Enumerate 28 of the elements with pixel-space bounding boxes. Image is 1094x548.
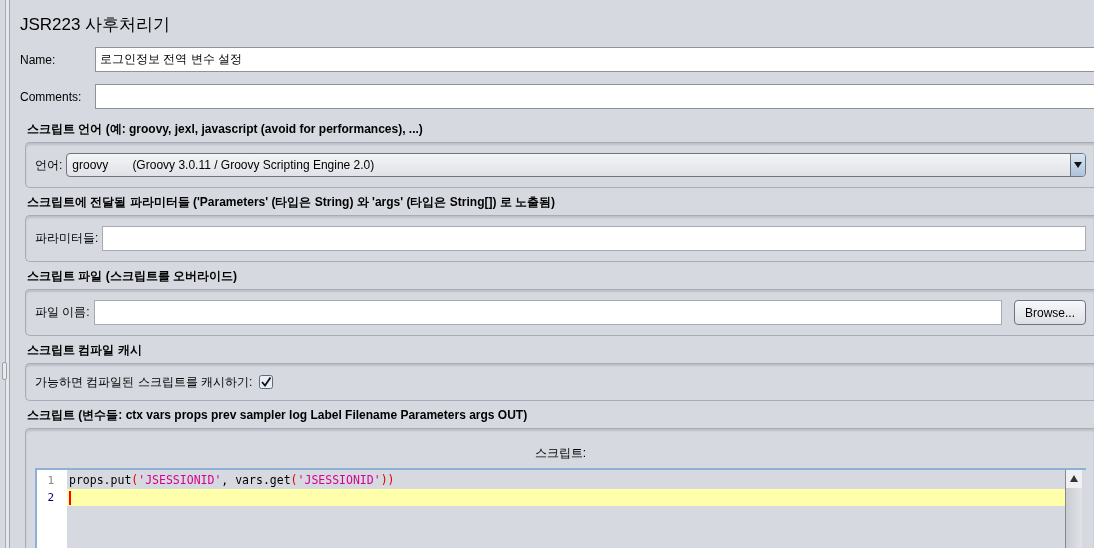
line-number: 1 [46, 473, 55, 489]
section-header: 스크립트 컴파일 캐시 [27, 342, 143, 359]
field-label: 파일 이름: [35, 304, 90, 321]
field-label: 파라미터들: [35, 230, 99, 247]
line-number: 2 [46, 490, 55, 506]
editor-caption: 스크립트: [533, 445, 588, 462]
field-label: Comments: [20, 89, 83, 104]
section-header: 스크립트 (변수들: ctx vars props prev sampler log Label Filename Parameters args OUT) [27, 407, 529, 424]
file-name-field[interactable] [93, 300, 1002, 325]
scroll-up-icon[interactable] [1066, 470, 1082, 488]
section-header: 스크립트에 전달될 파라미터들 ('Parameters' (타입은 String) 와 'args' (타입은 String[]) 로 노출됨) [27, 194, 557, 211]
browse-button[interactable]: Browse... [1014, 300, 1086, 325]
vertical-scrollbar[interactable] [1065, 470, 1082, 548]
code-line: props.put('JSESSIONID', vars.get('JSESSIONID')) [69, 472, 395, 489]
script-editor[interactable]: 1 2 props.put('JSESSIONID', vars.get('JSESSIONID')) [35, 468, 1086, 548]
section-header: 스크립트 파일 (스크립트를 오버라이드) [27, 268, 238, 285]
splitter-bar[interactable] [0, 0, 10, 548]
language-dropdown[interactable]: groovy (Groovy 3.0.11 / Groovy Scripting Engine 2.0) [66, 153, 1086, 177]
section-header: 스크립트 언어 (예: groovy, jexl, javascript (avoid for performances), ...) [27, 121, 424, 138]
field-label: Name: [20, 52, 57, 67]
text-caret [69, 490, 71, 505]
parameters-field[interactable] [102, 226, 1086, 251]
checkbox-label: 가능하면 컴파일된 스크립트를 캐시하기: [35, 373, 253, 391]
panel-title: JSR223 사후처리기 [20, 14, 172, 36]
field-label: 언어: [35, 156, 63, 174]
cache-checkbox[interactable] [259, 375, 274, 389]
comments-field[interactable] [95, 84, 1094, 109]
name-field[interactable]: 로그인정보 전역 변수 설정 [95, 47, 1094, 72]
